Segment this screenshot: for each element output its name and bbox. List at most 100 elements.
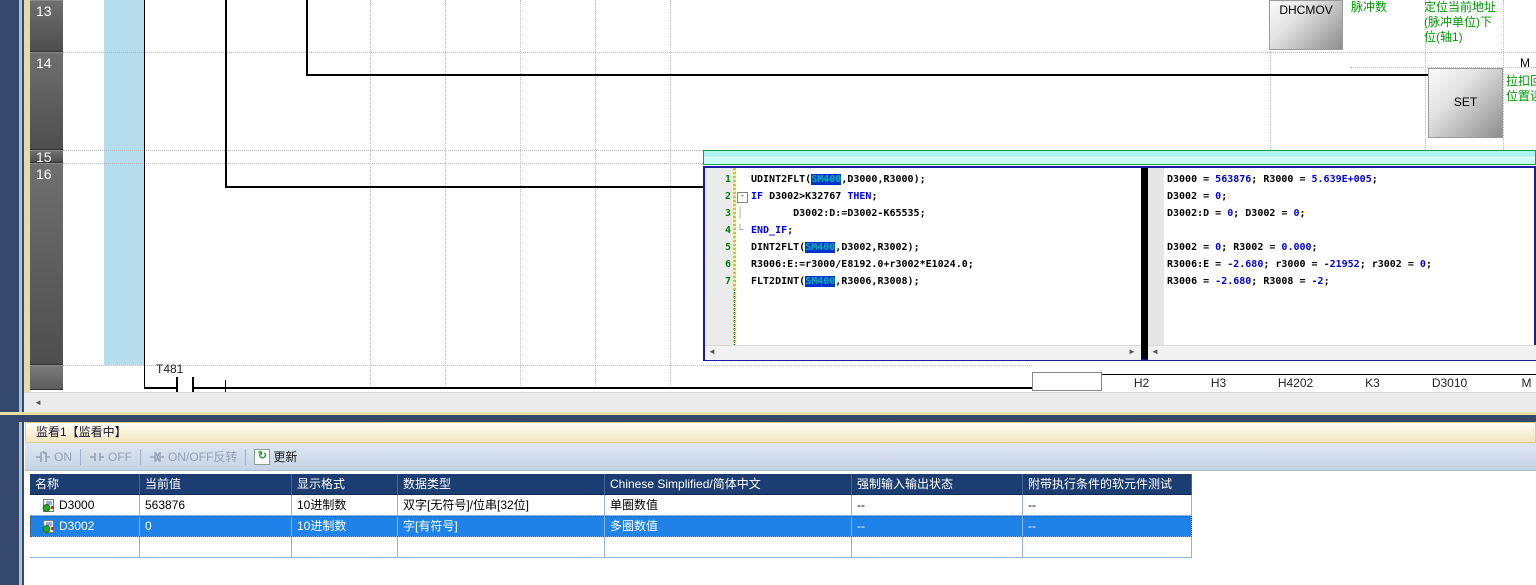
operand-label[interactable]: D3010 (1411, 376, 1488, 392)
monitor-segment: R3006:E = (1167, 259, 1227, 270)
operand-label[interactable]: H3 (1180, 376, 1257, 392)
watch-cell[interactable] (605, 537, 852, 558)
watch-cell[interactable]: -- (852, 495, 1023, 516)
watch-cell[interactable]: 563876 (140, 495, 292, 516)
device-name-cell[interactable]: D3000 (30, 495, 140, 516)
watch-cell[interactable] (398, 537, 605, 558)
left-bus-bar (144, 0, 145, 388)
code-segment: THEN (847, 191, 871, 202)
st-code-line[interactable]: UDINT2FLT(SM400,D3000,R3000); (737, 171, 1137, 188)
monitor-segment: ; (1300, 208, 1306, 219)
st-monitor-scrollbar[interactable]: ◄ (1148, 345, 1536, 360)
instruction-box[interactable] (1032, 372, 1102, 391)
st-code-line[interactable]: │ D3002:D:=D3002-K65535; (737, 205, 1137, 222)
st-code-line[interactable]: └END_IF; (737, 222, 1137, 239)
contact-label[interactable]: T481 (156, 362, 212, 376)
watch-table: 名称当前值显示格式数据类型Chinese Simplified/简体中文强制输入… (30, 474, 1192, 558)
ladder-cursor-column[interactable] (104, 0, 144, 365)
monitor-segment: -2 (1312, 276, 1324, 287)
operand-label[interactable]: K3 (1334, 376, 1411, 392)
scroll-left-icon[interactable]: ◄ (1151, 347, 1159, 356)
column-header[interactable]: 名称 (30, 474, 140, 495)
column-header[interactable]: 显示格式 (292, 474, 398, 495)
column-header[interactable]: 数据类型 (398, 474, 605, 495)
off-button[interactable]: OFF (89, 450, 132, 464)
fold-marker-icon: │ (737, 205, 751, 222)
watch-row[interactable]: D300056387610进制数双字[无符号]/位串[32位]单圈数值---- (30, 495, 1192, 516)
st-editor-header-band[interactable] (703, 150, 1536, 165)
pane-separator[interactable] (0, 415, 1536, 422)
watch-cell[interactable] (292, 537, 398, 558)
grid-line (445, 0, 446, 388)
st-code-line[interactable]: -IF D3002>K32767 THEN; (737, 188, 1137, 205)
watch-cell[interactable]: 10进制数 (292, 516, 398, 537)
watch-cell[interactable] (140, 537, 292, 558)
rung-number: 14 (30, 52, 63, 150)
watch-row[interactable]: D3002010进制数字[有符号]多圈数值---- (30, 516, 1192, 537)
dhcmov-instruction-block[interactable]: DHCMOV (1269, 0, 1343, 50)
st-code-area[interactable]: UDINT2FLT(SM400,D3000,R3000);-IF D3002>K… (737, 171, 1137, 290)
column-header[interactable]: 强制输入输出状态 (852, 474, 1023, 495)
monitor-segment: ; r3000 = (1263, 259, 1323, 270)
monitor-line: R3006 = -2.680; R3008 = -2; (1167, 273, 1536, 290)
column-header[interactable]: 附带执行条件的软元件测试 (1023, 474, 1192, 495)
watch-row-empty[interactable] (30, 537, 1192, 558)
device-label: M (1520, 56, 1536, 70)
comment-line: 拉扣回 (1506, 74, 1536, 89)
fold-marker-icon[interactable]: - (737, 192, 748, 203)
watch-cell[interactable]: 10进制数 (292, 495, 398, 516)
code-segment: SM400 (805, 276, 835, 287)
watch-cell[interactable]: 字[有符号] (398, 516, 605, 537)
st-code-line[interactable]: DINT2FLT(SM400,D3002,R3002); (737, 239, 1137, 256)
ladder-hscrollbar[interactable]: ◄ (24, 392, 1536, 413)
watch-cell[interactable]: 双字[无符号]/位串[32位] (398, 495, 605, 516)
watch-cell[interactable]: -- (1023, 516, 1192, 537)
st-line-number: 6 (705, 256, 731, 273)
device-name-cell[interactable]: D3002 (30, 516, 140, 537)
watch-window-titlebar[interactable]: 监看1【监看中】 (25, 422, 1536, 443)
device-name: D3000 (59, 495, 94, 515)
on-button[interactable]: ON (35, 450, 72, 464)
rung-number-column: 13 14 15 16 (30, 0, 63, 390)
monitor-segment: ; (1426, 259, 1432, 270)
watch-cell[interactable] (1023, 537, 1192, 558)
contact-off-icon (89, 450, 105, 464)
column-header[interactable]: 当前值 (140, 474, 292, 495)
st-line-number: 4 (705, 222, 731, 239)
operand-label[interactable]: M (1488, 376, 1536, 392)
st-code-line[interactable]: FLT2DINT(SM400,R3006,R3008); (737, 273, 1137, 290)
code-segment: D3002>K32767 (769, 191, 847, 202)
st-inline-editor[interactable]: 1234567 UDINT2FLT(SM400,D3000,R3000);-IF… (703, 166, 1536, 361)
scroll-left-icon[interactable]: ◄ (34, 398, 42, 407)
comment-line: 定位当前地址 (1424, 0, 1504, 15)
on-off-invert-button[interactable]: ON/OFF反转 (149, 448, 237, 465)
watch-cell[interactable] (852, 537, 1023, 558)
rung-number: 16 (30, 163, 63, 365)
operand-label[interactable]: H4202 (1257, 376, 1334, 392)
watch-cell[interactable]: 单圈数值 (605, 495, 852, 516)
operand-label[interactable]: H2 (1103, 376, 1180, 392)
wire (306, 74, 1428, 76)
st-pane-divider[interactable] (1141, 168, 1148, 359)
rung-number-blank (30, 365, 63, 390)
monitor-line: D3002:D = 0; D3002 = 0; (1167, 205, 1536, 222)
code-segment: SM400 (811, 174, 841, 185)
scroll-left-icon[interactable]: ◄ (708, 347, 716, 356)
watch-cell[interactable]: 0 (140, 516, 292, 537)
st-code-scrollbar[interactable]: ◄ ► (705, 345, 1141, 360)
set-instruction-block[interactable]: SET (1428, 68, 1503, 138)
watch-cell[interactable]: 多圈数值 (605, 516, 852, 537)
refresh-button[interactable]: ↻ 更新 (254, 448, 297, 465)
watch-cell[interactable]: -- (852, 516, 1023, 537)
watch-cell[interactable] (30, 537, 140, 558)
code-segment: ,D3002,R3002); (835, 242, 919, 253)
monitor-segment: -2.680 (1227, 259, 1263, 270)
watch-cell[interactable]: -- (1023, 495, 1192, 516)
st-code-line[interactable]: R3006:E:=r3000/E8192.0+r3002*E1024.0; (737, 256, 1137, 273)
column-header[interactable]: Chinese Simplified/简体中文 (605, 474, 852, 495)
comment-line: (脉冲单位)下 (1424, 15, 1504, 30)
monitor-line: D3002 = 0; R3002 = 0.000; (1167, 239, 1536, 256)
scroll-right-icon[interactable]: ► (1128, 347, 1136, 356)
monitor-segment: -2.680 (1215, 276, 1251, 287)
wire (225, 0, 227, 187)
